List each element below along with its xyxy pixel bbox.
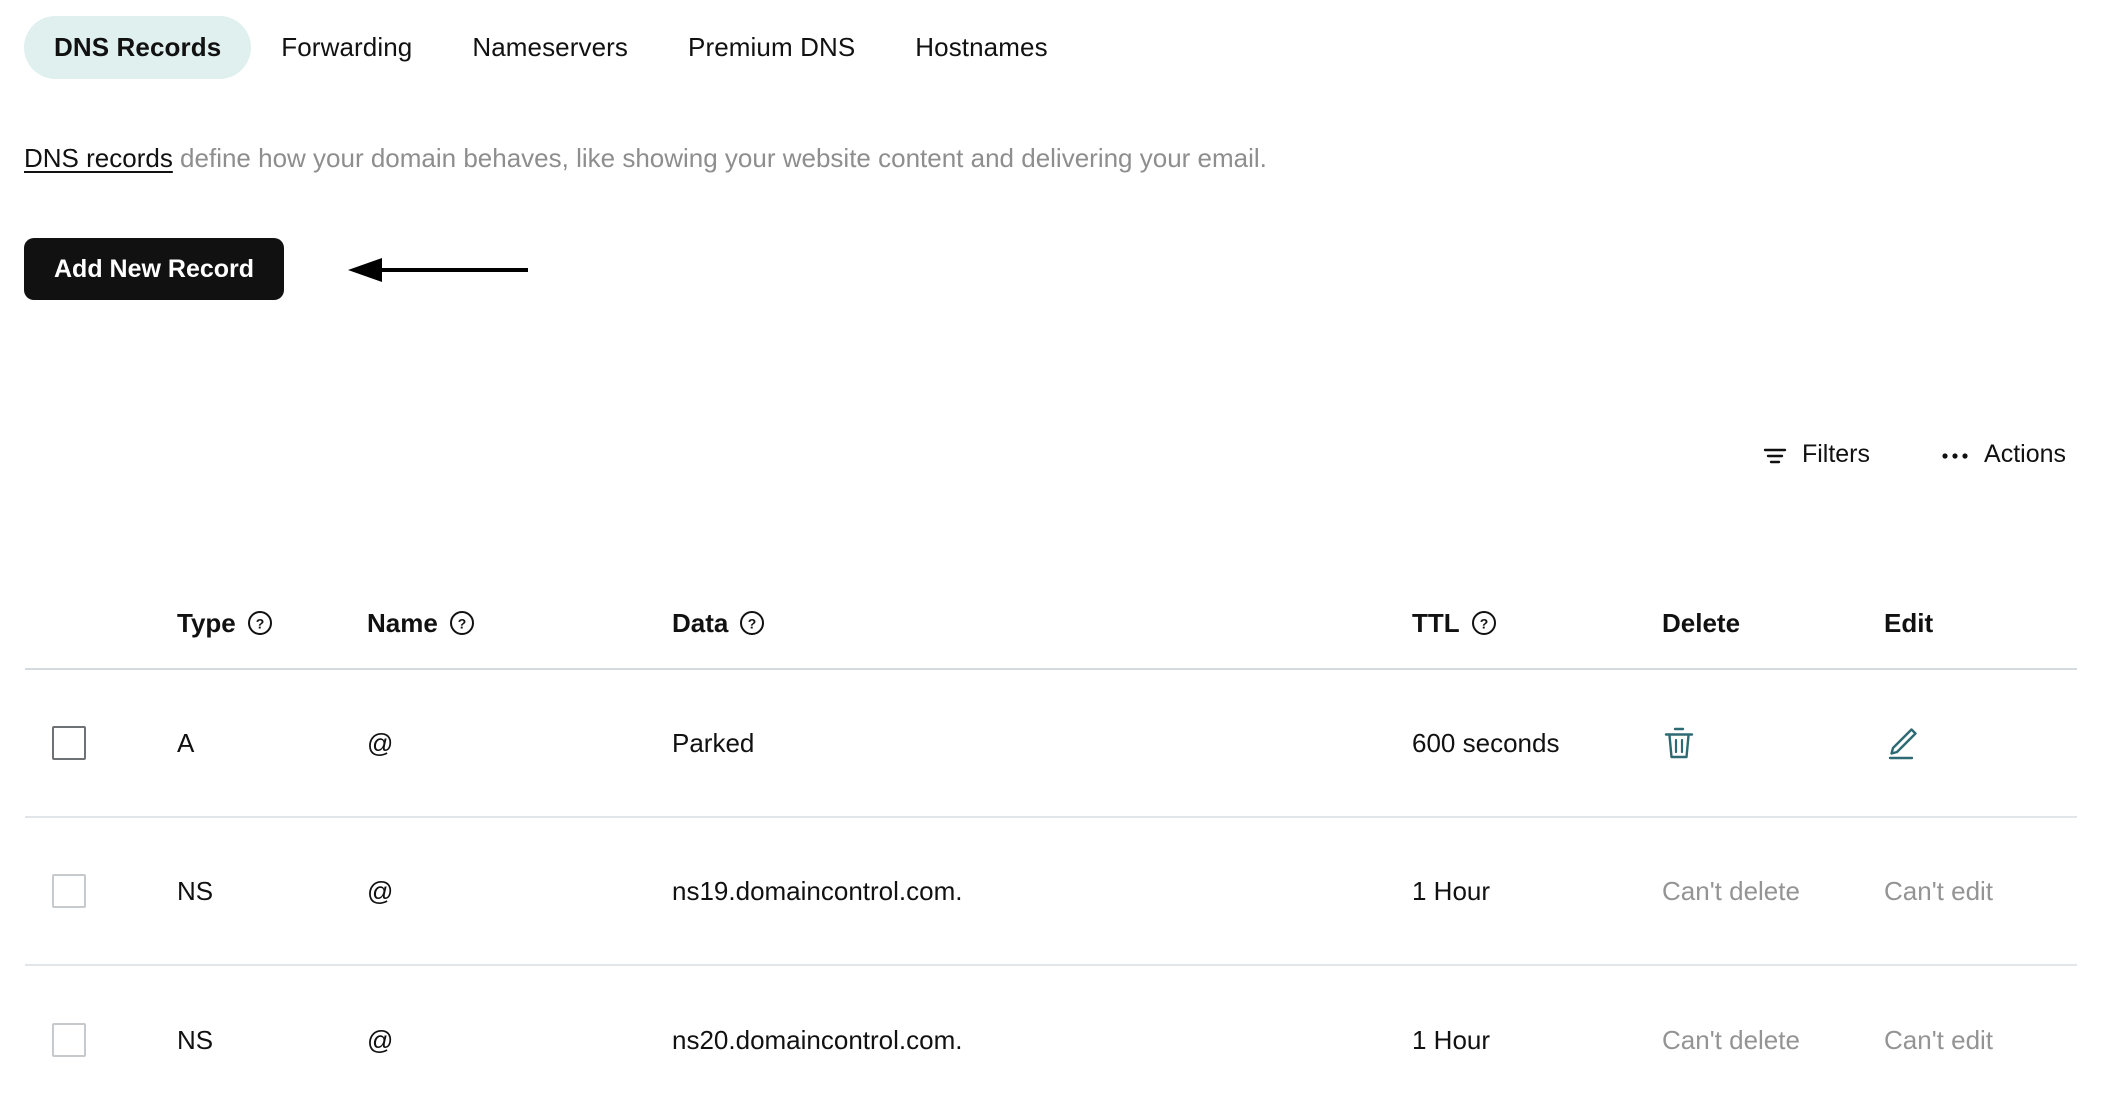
header-data: Data ?: [672, 608, 1412, 639]
tab-label: DNS Records: [54, 32, 222, 62]
question-circle-icon[interactable]: ?: [1471, 610, 1497, 636]
annotation-left-arrow: [348, 258, 528, 282]
header-data-label: Data: [672, 607, 729, 638]
trash-icon[interactable]: [1662, 725, 1884, 761]
row-delete-disabled: Can't delete: [1662, 1024, 1800, 1055]
dns-records-link[interactable]: DNS records: [24, 143, 173, 173]
filters-label: Filters: [1801, 440, 1871, 468]
question-circle-icon[interactable]: ?: [739, 610, 765, 636]
tab-premium-dns[interactable]: Premium DNS: [658, 16, 885, 79]
row-delete-disabled: Can't delete: [1662, 875, 1800, 906]
row-ttl: 1 Hour: [1412, 1024, 1491, 1055]
row-type: A: [177, 727, 195, 758]
actions-button[interactable]: Actions: [1940, 440, 2066, 469]
row-edit-cell: [1884, 725, 2074, 761]
row-select-cell: [25, 726, 177, 760]
pencil-icon[interactable]: [1884, 725, 2074, 761]
row-checkbox[interactable]: [52, 726, 86, 760]
row-type: NS: [177, 1024, 214, 1055]
header-name: Name ?: [367, 608, 672, 639]
row-delete-cell: [1662, 725, 1884, 761]
row-data: ns19.domaincontrol.com.: [672, 875, 963, 906]
header-type: Type ?: [177, 608, 367, 639]
svg-text:?: ?: [748, 616, 757, 632]
header-delete: Delete: [1662, 607, 1741, 638]
svg-text:?: ?: [255, 616, 264, 632]
row-name: @: [367, 875, 394, 906]
filter-icon: [1762, 442, 1788, 468]
row-type: NS: [177, 875, 214, 906]
svg-text:?: ?: [458, 616, 467, 632]
table-row: A @ Parked 600 seconds: [25, 670, 2077, 818]
tab-label: Premium DNS: [688, 32, 856, 62]
ellipsis-icon: [1940, 442, 1970, 468]
tab-hostnames[interactable]: Hostnames: [885, 16, 1077, 79]
table-row: NS @ ns19.domaincontrol.com. 1 Hour Can'…: [25, 818, 2077, 966]
header-name-label: Name: [367, 607, 438, 638]
row-name: @: [367, 727, 394, 758]
svg-text:?: ?: [1479, 616, 1488, 632]
row-checkbox[interactable]: [52, 1023, 86, 1057]
row-data: Parked: [672, 727, 755, 758]
actions-label: Actions: [1984, 440, 2066, 468]
table-header-row: Type ? Name ? Data ? TTL ? Delete Edit: [25, 578, 2077, 670]
tab-label: Hostnames: [915, 32, 1048, 62]
question-circle-icon[interactable]: ?: [449, 610, 475, 636]
description-text: define how your domain behaves, like sho…: [172, 143, 1267, 173]
row-name: @: [367, 1024, 394, 1055]
tab-label: Forwarding: [281, 32, 413, 62]
row-edit-disabled: Can't edit: [1884, 875, 1994, 906]
filters-button[interactable]: Filters: [1762, 440, 1870, 469]
row-edit-disabled: Can't edit: [1884, 1024, 1994, 1055]
page-description: DNS records define how your domain behav…: [24, 143, 1267, 174]
tab-dns-records[interactable]: DNS Records: [24, 16, 252, 79]
row-select-cell: [25, 874, 177, 908]
tab-forwarding[interactable]: Forwarding: [251, 16, 442, 79]
row-select-cell: [25, 1023, 177, 1057]
table-row: NS @ ns20.domaincontrol.com. 1 Hour Can'…: [25, 966, 2077, 1096]
tab-label: Nameservers: [472, 32, 629, 62]
table-toolbar: Filters Actions: [1762, 440, 2066, 469]
row-ttl: 1 Hour: [1412, 875, 1491, 906]
header-edit: Edit: [1884, 607, 1934, 638]
header-ttl-label: TTL: [1412, 607, 1460, 638]
header-type-label: Type: [177, 607, 236, 638]
row-ttl: 600 seconds: [1412, 727, 1560, 758]
row-checkbox[interactable]: [52, 874, 86, 908]
tab-bar: DNS Records Forwarding Nameservers Premi…: [24, 16, 1078, 79]
header-ttl: TTL ?: [1412, 608, 1662, 639]
tab-nameservers[interactable]: Nameservers: [442, 16, 658, 79]
question-circle-icon[interactable]: ?: [247, 610, 273, 636]
dns-records-table: Type ? Name ? Data ? TTL ? Delete Edit A…: [25, 578, 2077, 1096]
row-data: ns20.domaincontrol.com.: [672, 1024, 963, 1055]
dns-records-page: DNS Records Forwarding Nameservers Premi…: [0, 0, 2102, 1096]
add-new-record-button[interactable]: Add New Record: [24, 238, 285, 300]
